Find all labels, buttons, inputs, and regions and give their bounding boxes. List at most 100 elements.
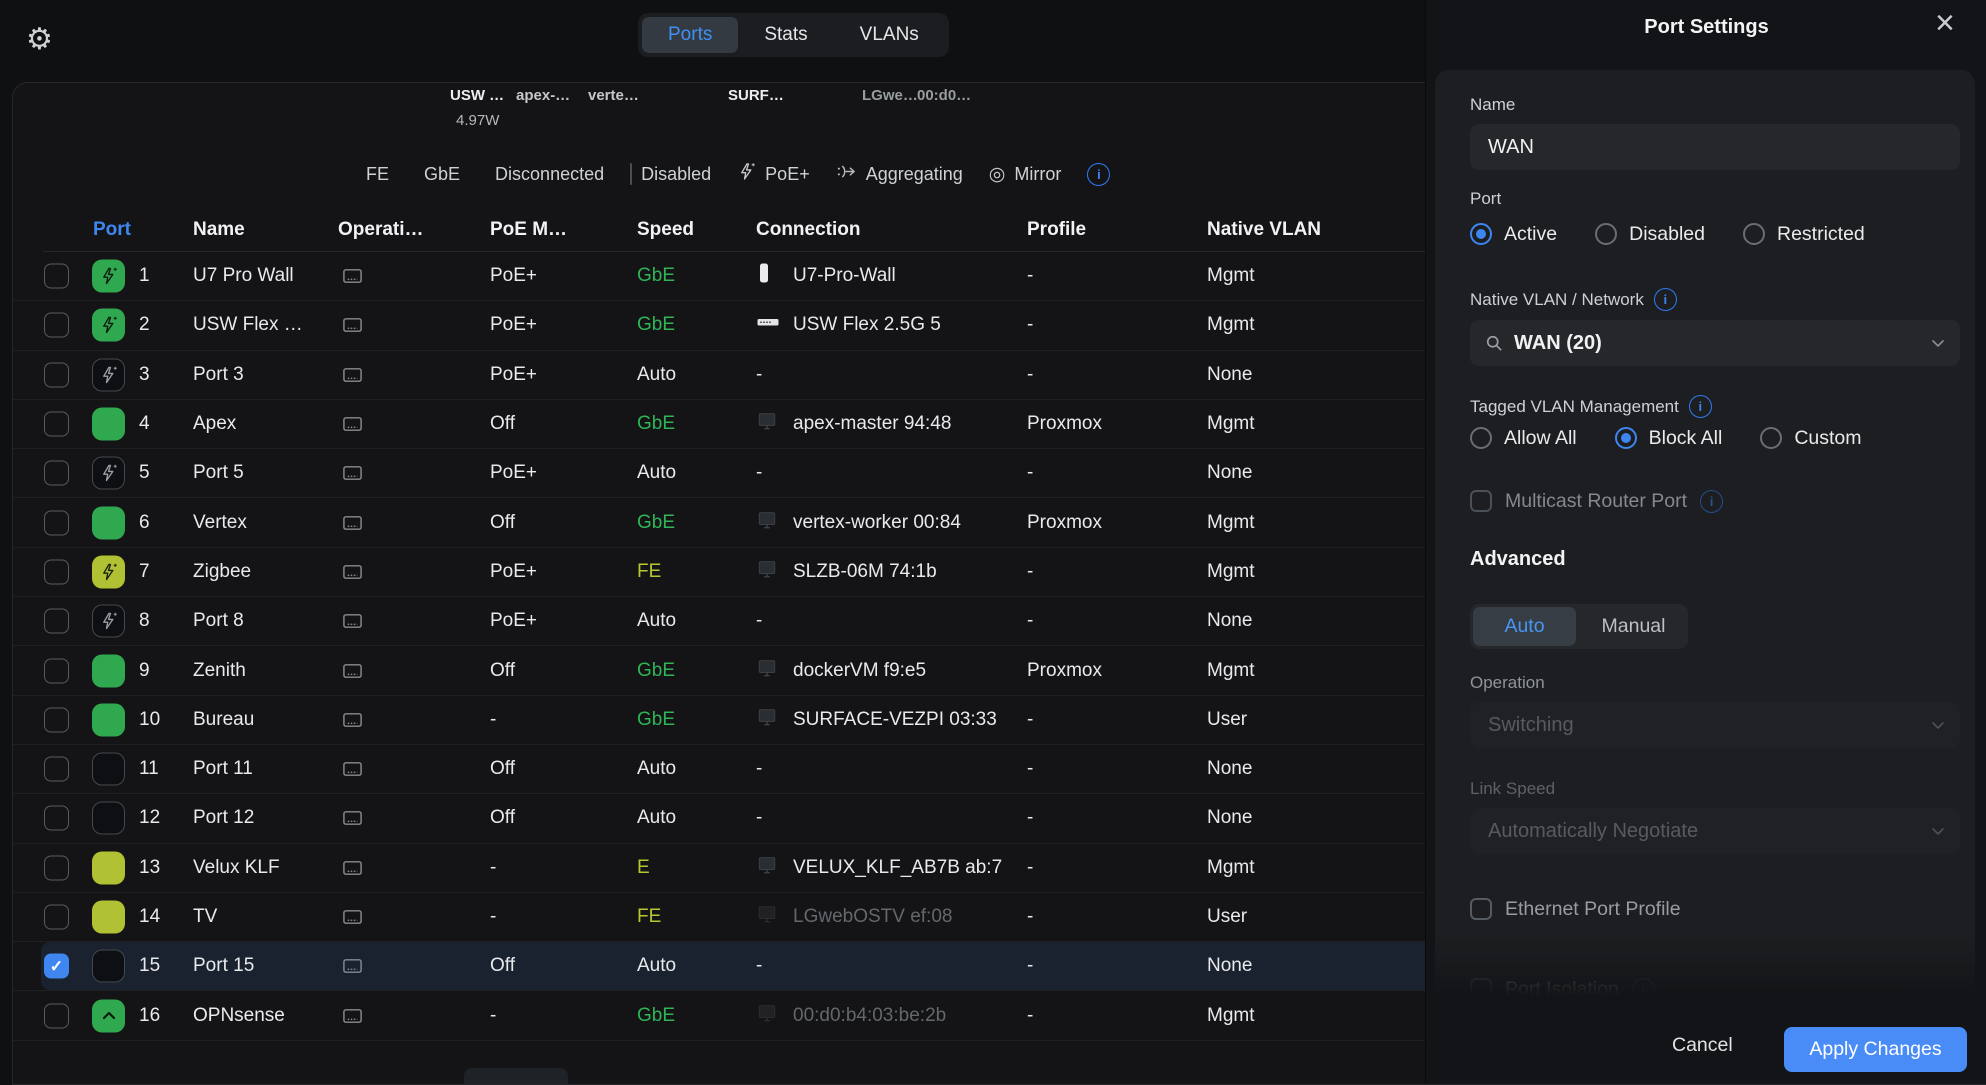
- column-header-native-vlan[interactable]: Native VLAN: [1207, 219, 1321, 241]
- row-checkbox[interactable]: [44, 313, 69, 338]
- radio-active[interactable]: Active: [1470, 223, 1557, 246]
- radio-allow-all[interactable]: Allow All: [1470, 427, 1577, 450]
- radio-custom-circle[interactable]: [1760, 427, 1782, 449]
- radio-restricted[interactable]: Restricted: [1743, 223, 1865, 246]
- native-vlan-select[interactable]: WAN (20): [1470, 320, 1960, 366]
- radio-block-all[interactable]: Block All: [1615, 427, 1723, 450]
- switching-device-icon: [341, 561, 364, 582]
- legend-item: FE: [357, 164, 389, 185]
- link-speed-label: Link Speed: [1470, 779, 1555, 799]
- row-checkbox[interactable]: [44, 855, 69, 880]
- switching-device-icon: [341, 512, 364, 533]
- operation-select[interactable]: Switching: [1470, 702, 1960, 748]
- row-checkbox[interactable]: [44, 559, 69, 584]
- port-status-icon: [92, 358, 125, 391]
- row-checkbox[interactable]: [44, 412, 69, 437]
- native-vlan: None: [1207, 955, 1252, 977]
- row-checkbox[interactable]: [44, 806, 69, 831]
- ethernet-port-profile-checkbox-row[interactable]: Ethernet Port Profile: [1470, 896, 1681, 922]
- row-checkbox[interactable]: [44, 609, 69, 634]
- connection-client[interactable]: USW Flex 2.5G 5: [793, 314, 941, 336]
- panel-bottom-fade: [1426, 935, 1986, 1010]
- radio-restricted-circle[interactable]: [1743, 223, 1765, 245]
- column-header-poe-mode[interactable]: PoE M…: [490, 219, 567, 241]
- radio-allow-all-circle[interactable]: [1470, 427, 1492, 449]
- row-checkbox[interactable]: [44, 1003, 69, 1028]
- column-header-speed[interactable]: Speed: [637, 219, 694, 241]
- ap-device-icon: [756, 262, 772, 290]
- port-name: Port 5: [193, 462, 244, 484]
- info-icon[interactable]: i: [1654, 288, 1677, 311]
- ethernet-port-profile-checkbox[interactable]: [1470, 898, 1492, 920]
- link-speed-value: Automatically Negotiate: [1470, 820, 1698, 843]
- connection-client[interactable]: U7-Pro-Wall: [793, 265, 896, 287]
- column-header-profile[interactable]: Profile: [1027, 219, 1086, 241]
- port-speed: GbE: [637, 512, 675, 534]
- row-checkbox[interactable]: [44, 658, 69, 683]
- connection-client[interactable]: SURFACE-VEZPI 03:33: [793, 709, 997, 731]
- port-name: TV: [193, 906, 217, 928]
- connection-client[interactable]: apex-master 94:48: [793, 413, 951, 435]
- connection-client[interactable]: 00:d0:b4:03:be:2b: [793, 1005, 946, 1027]
- radio-custom[interactable]: Custom: [1760, 427, 1861, 450]
- device-strip-label[interactable]: apex-…: [516, 87, 570, 104]
- device-strip-label[interactable]: SURF…: [728, 87, 784, 104]
- radio-disabled[interactable]: Disabled: [1595, 223, 1705, 246]
- radio-active-circle[interactable]: [1470, 223, 1492, 245]
- close-icon[interactable]: ×: [1935, 4, 1955, 43]
- row-checkbox[interactable]: [44, 905, 69, 930]
- poe-mode: PoE+: [490, 265, 537, 287]
- port-profile: -: [1027, 1005, 1033, 1027]
- tab-stats[interactable]: Stats: [738, 17, 833, 53]
- legend-item: Disconnected: [486, 164, 604, 185]
- port-profile: Proxmox: [1027, 660, 1102, 682]
- connection-empty: -: [756, 610, 762, 632]
- info-icon[interactable]: i: [1689, 395, 1712, 418]
- name-input[interactable]: WAN: [1470, 124, 1960, 170]
- port-state-radio-group: Active Disabled Restricted: [1470, 220, 1865, 248]
- connection-client[interactable]: VELUX_KLF_AB7B ab:7: [793, 857, 1002, 879]
- row-checkbox[interactable]: [44, 757, 69, 782]
- port-status-icon: [92, 506, 125, 539]
- chevron-down-icon: [1928, 715, 1948, 735]
- mode-auto[interactable]: Auto: [1473, 607, 1576, 646]
- port-speed: GbE: [637, 709, 675, 731]
- switching-device-icon: [341, 1005, 364, 1026]
- tagged-vlan-label-text: Tagged VLAN Management: [1470, 397, 1679, 417]
- apply-changes-button[interactable]: Apply Changes: [1784, 1027, 1967, 1072]
- row-checkbox[interactable]: [44, 510, 69, 535]
- settings-gear-icon[interactable]: ⚙: [26, 22, 53, 57]
- column-header-name[interactable]: Name: [193, 219, 245, 241]
- multicast-checkbox[interactable]: [1470, 490, 1492, 512]
- connection-client[interactable]: dockerVM f9:e5: [793, 660, 926, 682]
- radio-disabled-circle[interactable]: [1595, 223, 1617, 245]
- device-strip-label[interactable]: 00:d0…: [917, 87, 971, 104]
- device-strip-label[interactable]: LGwe…: [862, 87, 918, 104]
- row-checkbox[interactable]: [44, 707, 69, 732]
- radio-block-all-circle[interactable]: [1615, 427, 1637, 449]
- tab-vlans[interactable]: VLANs: [834, 17, 945, 53]
- link-speed-select[interactable]: Automatically Negotiate: [1470, 808, 1960, 854]
- tab-ports[interactable]: Ports: [642, 17, 738, 53]
- row-checkbox[interactable]: [44, 362, 69, 387]
- device-strip-label[interactable]: USW …: [450, 87, 504, 104]
- client-device-icon: [756, 707, 778, 733]
- multicast-router-port-checkbox-row[interactable]: Multicast Router Port i: [1470, 488, 1723, 514]
- column-header-connection[interactable]: Connection: [756, 219, 861, 241]
- clipped-bottom-button[interactable]: [464, 1068, 568, 1084]
- connection-client[interactable]: LGwebOSTV ef:08: [793, 906, 952, 928]
- info-icon[interactable]: i: [1700, 490, 1723, 513]
- row-checkbox[interactable]: ✓: [44, 954, 69, 979]
- device-strip-label[interactable]: verte…: [588, 87, 639, 104]
- connection-client[interactable]: SLZB-06M 74:1b: [793, 561, 937, 583]
- row-checkbox[interactable]: [44, 461, 69, 486]
- port-speed: FE: [637, 906, 661, 928]
- row-checkbox[interactable]: [44, 264, 69, 289]
- connection-client[interactable]: vertex-worker 00:84: [793, 512, 961, 534]
- column-header-operation[interactable]: Operati…: [338, 219, 424, 241]
- mode-manual[interactable]: Manual: [1582, 607, 1685, 646]
- cancel-button[interactable]: Cancel: [1672, 1034, 1733, 1057]
- info-icon[interactable]: i: [1087, 163, 1110, 186]
- column-header-port[interactable]: Port: [93, 219, 131, 241]
- disabled-square-icon: [630, 164, 632, 185]
